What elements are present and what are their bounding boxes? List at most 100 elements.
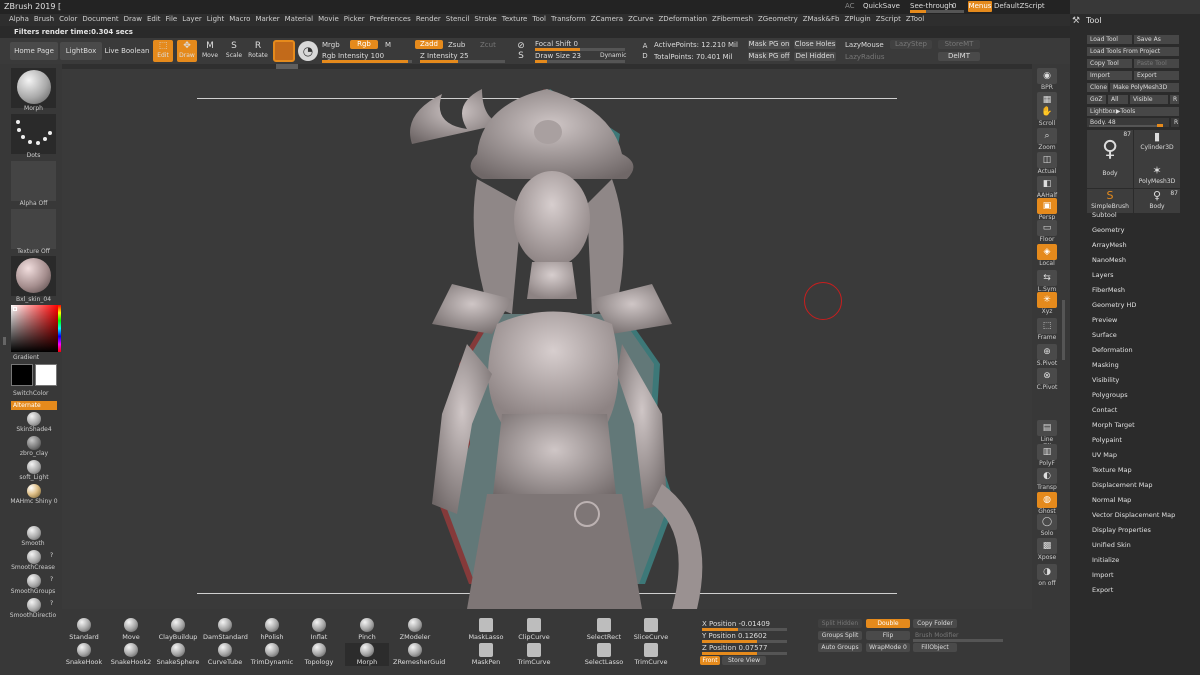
goz-all-button[interactable]: All: [1108, 95, 1128, 104]
brush-trimdynamic[interactable]: TrimDynamic: [250, 643, 294, 666]
tool-thumb-body[interactable]: ♀ Body 87: [1087, 130, 1133, 188]
menu-layer[interactable]: Layer: [182, 14, 207, 26]
material-thumbnail[interactable]: [11, 256, 56, 296]
mask-tool-selectrect[interactable]: SelectRect: [582, 618, 626, 641]
scale-mode-button[interactable]: S Scale: [224, 40, 244, 59]
ac-indicator[interactable]: AC: [845, 2, 855, 10]
material-ball-icon[interactable]: [27, 412, 41, 426]
rgb-toggle[interactable]: Rgb: [350, 40, 378, 49]
groups-split-button[interactable]: Groups Split: [818, 631, 862, 640]
help-question-mark[interactable]: ?: [50, 600, 53, 607]
smooth-brush-icon[interactable]: [27, 598, 41, 612]
right-tray-scrollbar[interactable]: [1062, 300, 1065, 360]
rotate-mode-button[interactable]: R Rotate: [248, 40, 268, 59]
goz-button[interactable]: GoZ: [1087, 95, 1106, 104]
menu-document[interactable]: Document: [82, 14, 123, 26]
tool-thumb-cylinder3d[interactable]: ▮ Cylinder3D: [1134, 130, 1180, 164]
menu-material[interactable]: Material: [285, 14, 318, 26]
tray-button-bpr[interactable]: ◉ BPR: [1036, 68, 1058, 91]
auto-groups-button[interactable]: Auto Groups: [818, 643, 862, 652]
clone-button[interactable]: Clone: [1087, 83, 1108, 92]
tool-section-layers[interactable]: Layers: [1092, 271, 1114, 279]
tray-button-scroll[interactable]: ✋ Scroll: [1036, 104, 1058, 127]
tool-section-surface[interactable]: Surface: [1092, 331, 1117, 339]
menu-light[interactable]: Light: [207, 14, 229, 26]
tray-button-aahalf[interactable]: ◧ AAHalf: [1036, 176, 1058, 199]
menu-zmask-fb[interactable]: ZMask&Fb: [803, 14, 845, 26]
menu-macro[interactable]: Macro: [229, 14, 255, 26]
tool-section-normal-map[interactable]: Normal Map: [1092, 496, 1131, 504]
menu-edit[interactable]: Edit: [147, 14, 166, 26]
home-page-button[interactable]: Home Page: [10, 42, 58, 60]
wrapmode-slider[interactable]: WrapMode 0: [866, 643, 910, 652]
tool-section-vector-displacement-map[interactable]: Vector Displacement Map: [1092, 511, 1175, 519]
body-slider[interactable]: Body. 48: [1087, 118, 1169, 127]
brush-inflat[interactable]: Inflat: [297, 618, 341, 641]
tray-button-on-off[interactable]: ◑ on off: [1036, 564, 1058, 587]
pirate-sculpt-model[interactable]: [372, 84, 742, 609]
make-polymesh3d-button[interactable]: Make PolyMesh3D: [1110, 83, 1179, 92]
z-position-slider[interactable]: [702, 652, 787, 655]
mask-tool-selectlasso[interactable]: SelectLasso: [582, 643, 626, 666]
tool-section-texture-map[interactable]: Texture Map: [1092, 466, 1132, 474]
texture-thumbnail[interactable]: [11, 209, 56, 249]
brush-damstandard[interactable]: DamStandard: [203, 618, 248, 641]
brush-snakehook2[interactable]: SnakeHook2: [109, 643, 153, 666]
menu-zcamera[interactable]: ZCamera: [591, 14, 628, 26]
copy-tool-button[interactable]: Copy Tool: [1087, 59, 1132, 68]
brush-standard[interactable]: Standard: [62, 618, 106, 641]
double-button[interactable]: Double: [866, 619, 910, 628]
default-zscript-button[interactable]: DefaultZScript: [994, 2, 1045, 10]
tray-button-solo[interactable]: ◯ Solo: [1036, 514, 1058, 537]
tool-section-fibermesh[interactable]: FiberMesh: [1092, 286, 1125, 294]
save-as-button[interactable]: Save As: [1134, 35, 1179, 44]
tool-section-display-properties[interactable]: Display Properties: [1092, 526, 1151, 534]
focal-shift-slider[interactable]: [535, 48, 625, 51]
menu-color[interactable]: Color: [59, 14, 82, 26]
import-tool-button[interactable]: Import: [1087, 71, 1132, 80]
mask-tool-clipcurve[interactable]: ClipCurve: [512, 618, 556, 641]
zadd-toggle[interactable]: Zadd: [415, 40, 443, 49]
tray-button-xyz[interactable]: ✳ Xyz: [1036, 292, 1058, 315]
main-color-swatch[interactable]: [11, 364, 33, 386]
brush-curvetube[interactable]: CurveTube: [203, 643, 247, 666]
smooth-brush-label[interactable]: SmoothGroups: [4, 588, 62, 595]
brush-hpolish[interactable]: hPolish: [250, 618, 294, 641]
rgb-intensity-slider[interactable]: [322, 60, 412, 63]
menu-draw[interactable]: Draw: [124, 14, 147, 26]
menu-zscript[interactable]: ZScript: [876, 14, 906, 26]
z-intensity-slider[interactable]: [420, 60, 505, 63]
smooth-brush-icon[interactable]: [27, 526, 41, 540]
zcut-toggle[interactable]: Zcut: [480, 41, 496, 49]
menu-movie[interactable]: Movie: [318, 14, 344, 26]
tool-section-geometry[interactable]: Geometry: [1092, 226, 1124, 234]
x-position-slider[interactable]: [702, 628, 787, 631]
brush-zremesherguid[interactable]: ZRemesherGuid: [393, 643, 445, 666]
move-mode-button[interactable]: M Move: [200, 40, 220, 59]
tool-section-displacement-map[interactable]: Displacement Map: [1092, 481, 1152, 489]
mrgb-toggle[interactable]: Mrgb: [322, 41, 340, 49]
menu-picker[interactable]: Picker: [344, 14, 370, 26]
mask-pg-off-button[interactable]: Mask PG off: [748, 52, 790, 61]
mask-tool-slicecurve[interactable]: SliceCurve: [629, 618, 673, 641]
help-question-mark[interactable]: ?: [50, 552, 53, 559]
material-ball-icon[interactable]: [27, 436, 41, 450]
menu-tool[interactable]: Tool: [532, 14, 551, 26]
tool-section-uv-map[interactable]: UV Map: [1092, 451, 1117, 459]
front-view-button[interactable]: Front: [700, 656, 720, 665]
tray-button-ghost[interactable]: ◍ Ghost: [1036, 492, 1058, 515]
close-holes-button[interactable]: Close Holes: [794, 40, 836, 49]
tool-section-geometry-hd[interactable]: Geometry HD: [1092, 301, 1136, 309]
draw-size-slider[interactable]: [535, 60, 625, 63]
tray-button-zoom[interactable]: ⌕ Zoom: [1036, 128, 1058, 151]
menu-zdeformation[interactable]: ZDeformation: [659, 14, 713, 26]
menu-preferences[interactable]: Preferences: [370, 14, 416, 26]
mask-tool-masklasso[interactable]: MaskLasso: [464, 618, 508, 641]
tool-section-export[interactable]: Export: [1092, 586, 1113, 594]
menu-transform[interactable]: Transform: [551, 14, 591, 26]
smooth-brush-label[interactable]: SmoothDirectio: [4, 612, 62, 619]
alpha-thumbnail[interactable]: [11, 161, 56, 201]
tray-button-xpose[interactable]: ▩ Xpose: [1036, 538, 1058, 561]
tool-section-polygroups[interactable]: Polygroups: [1092, 391, 1128, 399]
storemt-button[interactable]: StoreMT: [938, 40, 980, 49]
